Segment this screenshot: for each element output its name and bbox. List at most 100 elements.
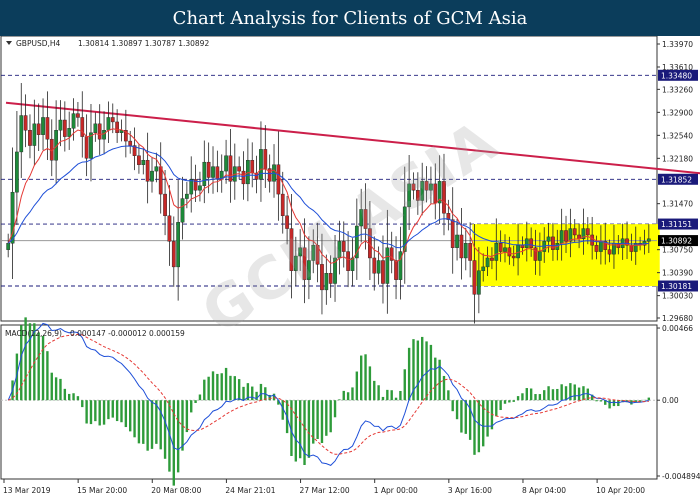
candle-body <box>350 257 355 271</box>
candle-body <box>180 198 185 223</box>
candle-body <box>633 243 638 252</box>
candle-body <box>311 244 316 261</box>
macd-label: MACD(12,26,9) <box>5 329 62 338</box>
candle-body <box>411 183 416 191</box>
candle-body <box>468 243 472 261</box>
candle-body <box>572 228 577 236</box>
candle-body <box>246 160 250 185</box>
candle-body <box>224 155 228 172</box>
candle-body <box>289 228 294 271</box>
candle-body <box>476 270 481 295</box>
candle-body <box>285 215 289 229</box>
candle-body <box>45 117 50 140</box>
candle-body <box>324 273 329 291</box>
candle-body <box>407 183 411 208</box>
candle-body <box>32 123 37 146</box>
candle-body <box>646 238 651 242</box>
candle-body <box>455 234 459 248</box>
level-label: 1.30181 <box>661 282 692 291</box>
candle-body <box>481 266 486 271</box>
x-tick-label: 13 Mar 2019 <box>3 486 51 495</box>
candle-body <box>293 255 298 271</box>
macd-y-tick-label: -0.004894 <box>662 472 700 481</box>
y-tick-label: 1.30750 <box>662 246 693 255</box>
candle-body <box>67 128 72 137</box>
y-tick-label: 1.32180 <box>662 154 693 163</box>
candle-body <box>485 257 490 268</box>
candle-body <box>150 170 154 182</box>
candle-body <box>328 273 333 284</box>
candle-body <box>372 257 377 274</box>
candle-body <box>590 234 595 246</box>
candle-body <box>128 140 133 146</box>
y-tick-label: 1.33260 <box>662 85 693 94</box>
candle-body <box>524 238 529 248</box>
banner-title: Chart Analysis for Clients of GCM Asia <box>0 0 700 36</box>
candle-body <box>341 241 346 252</box>
candle-body <box>185 193 189 199</box>
candle-body <box>429 183 433 191</box>
candle-body <box>137 155 141 165</box>
candle-body <box>189 179 194 195</box>
candle-body <box>385 247 390 284</box>
candle-body <box>106 117 111 131</box>
candle-body <box>76 113 80 118</box>
candle-body <box>376 260 381 274</box>
candle-body <box>507 247 512 257</box>
candle-body <box>459 234 464 259</box>
candle-body <box>163 193 167 217</box>
candle-body <box>599 241 603 252</box>
candle-body <box>546 236 551 242</box>
candle-body <box>298 247 303 257</box>
candle-body <box>154 166 159 172</box>
candle-body <box>62 119 67 137</box>
candle-body <box>529 238 534 248</box>
y-tick-label: 1.33610 <box>662 63 693 72</box>
candle-body <box>171 241 176 268</box>
candle-body <box>250 160 255 174</box>
candle-body <box>520 244 525 248</box>
candle-body <box>145 160 150 182</box>
candle-body <box>58 119 63 131</box>
candle-body <box>559 230 564 244</box>
candle-body <box>71 113 76 129</box>
candle-body <box>538 251 542 261</box>
y-tick-label: 1.31470 <box>662 200 693 209</box>
candle-body <box>490 257 494 261</box>
candle-body <box>533 247 538 261</box>
candle-body <box>280 193 285 217</box>
candle-body <box>158 166 163 195</box>
candle-body <box>28 130 32 146</box>
candle-body <box>442 181 446 214</box>
chart-canvas[interactable]: 1.33480 1.31852 1.31151 1.30181 1.33970 1.336… <box>0 36 700 500</box>
candle-body <box>394 260 398 280</box>
candle-body <box>511 255 516 259</box>
candle-body <box>498 243 503 252</box>
candle-body <box>346 251 350 271</box>
x-tick-label: 3 Apr 16:00 <box>448 486 492 495</box>
candle-body <box>97 123 102 140</box>
y-tick-label: 1.32540 <box>662 131 693 140</box>
candle-body <box>202 161 207 186</box>
candle-body <box>167 215 172 242</box>
candle-body <box>93 123 98 133</box>
candle-body <box>607 249 612 255</box>
candle-body <box>23 115 28 131</box>
candle-body <box>307 260 311 280</box>
candle-body <box>472 260 477 295</box>
macd-y-tick-label: 0.00466 <box>662 324 693 333</box>
x-tick-label: 20 Mar 08:00 <box>151 486 201 495</box>
current-price-label: 1.30892 <box>661 237 692 246</box>
y-tick-label: 1.30390 <box>662 269 693 278</box>
x-tick-label: 10 Apr 20:00 <box>596 486 645 495</box>
candle-body <box>594 244 599 252</box>
x-tick-label: 15 Mar 20:00 <box>77 486 127 495</box>
candle-body <box>263 149 268 169</box>
y-tick-label: 1.32900 <box>662 108 693 117</box>
candle-body <box>19 115 24 153</box>
candle-body <box>259 149 263 180</box>
candle-body <box>337 241 342 259</box>
macd-axis: 0.00466 0.00 -0.004894 <box>657 324 700 481</box>
candle-body <box>494 243 499 261</box>
candle-body <box>102 130 106 140</box>
